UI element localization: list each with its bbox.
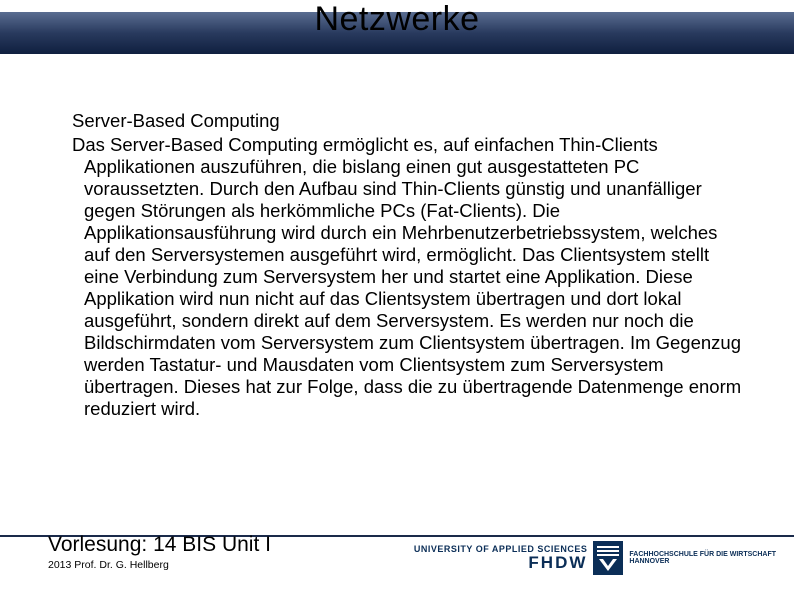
logo-right-line2: HANNOVER [629,558,776,565]
logo-right-text: FACHHOCHSCHULE FÜR DIE WIRTSCHAFT HANNOV… [629,551,776,566]
logo-mark-icon [593,541,623,575]
footer-left: Vorlesung: 14 BIS Unit I 2013 Prof. Dr. … [48,533,271,571]
slide-title: Netzwerke [0,0,794,39]
logo-right-line1: FACHHOCHSCHULE FÜR DIE WIRTSCHAFT [629,551,776,558]
lecture-value: 14 BIS Unit I [147,533,271,556]
lecture-label: Vorlesung: [48,533,147,556]
logo-left-text: UNIVERSITY OF APPLIED SCIENCES FHDW [414,545,588,571]
content-body-firstline: Das Server-Based Computing ermöglicht es… [72,134,658,155]
content-subheading: Server-Based Computing [72,110,744,132]
slide: Netzwerke Server-Based Computing Das Ser… [0,0,794,595]
content-body-rest: Applikationen auszuführen, die bislang e… [72,156,744,420]
lecture-line: Vorlesung: 14 BIS Unit I [48,533,271,557]
content-area: Server-Based Computing Das Server-Based … [72,110,744,420]
copyright: 2013 Prof. Dr. G. Hellberg [48,559,271,571]
logo-left-line2: FHDW [528,554,587,571]
content-body: Das Server-Based Computing ermöglicht es… [72,134,744,420]
fhdw-logo: UNIVERSITY OF APPLIED SCIENCES FHDW FACH… [414,541,776,575]
